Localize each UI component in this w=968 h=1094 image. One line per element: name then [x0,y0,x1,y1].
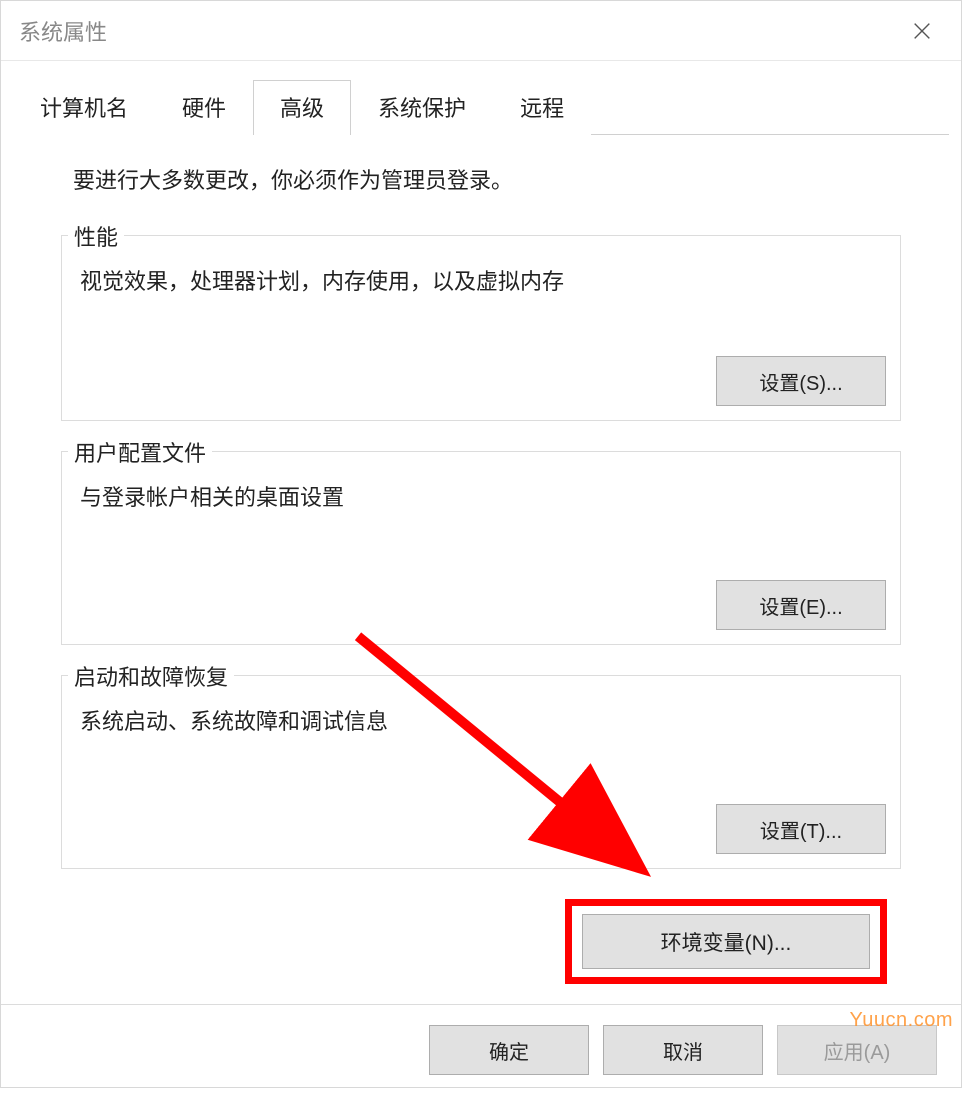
tabs-container: 计算机名 硬件 高级 系统保护 远程 要进行大多数更改，你必须作为管理员登录。 … [1,61,961,984]
close-icon [911,20,933,42]
tab-advanced[interactable]: 高级 [253,80,351,135]
user-profile-button-row: 设置(E)... [72,580,890,630]
user-profile-legend: 用户配置文件 [68,436,212,468]
startup-recovery-legend: 启动和故障恢复 [68,660,234,692]
titlebar: 系统属性 [1,1,961,61]
cancel-button[interactable]: 取消 [603,1025,763,1075]
user-profile-settings-button[interactable]: 设置(E)... [716,580,886,630]
tab-remote[interactable]: 远程 [493,80,591,135]
dialog-footer: 确定 取消 应用(A) [1,1004,961,1075]
user-profile-group: 用户配置文件 与登录帐户相关的桌面设置 设置(E)... [61,451,901,645]
system-properties-dialog: 系统属性 计算机名 硬件 高级 系统保护 远程 要进行大多数更改，你必须作为管理… [0,0,962,1088]
watermark: Yuucn.com [850,1009,953,1032]
dialog-title: 系统属性 [19,15,107,47]
env-variables-row: 环境变量(N)... [61,899,901,984]
env-variables-highlight: 环境变量(N)... [565,899,887,984]
performance-desc: 视觉效果，处理器计划，内存使用，以及虚拟内存 [72,260,890,296]
apply-button: 应用(A) [777,1025,937,1075]
startup-recovery-settings-button[interactable]: 设置(T)... [716,804,886,854]
startup-recovery-group: 启动和故障恢复 系统启动、系统故障和调试信息 设置(T)... [61,675,901,869]
performance-legend: 性能 [68,220,124,252]
startup-recovery-button-row: 设置(T)... [72,804,890,854]
tab-hardware[interactable]: 硬件 [155,80,253,135]
tab-computer-name[interactable]: 计算机名 [13,80,155,135]
environment-variables-button[interactable]: 环境变量(N)... [582,914,870,969]
performance-button-row: 设置(S)... [72,356,890,406]
ok-button[interactable]: 确定 [429,1025,589,1075]
tab-content: 要进行大多数更改，你必须作为管理员登录。 性能 视觉效果，处理器计划，内存使用，… [13,135,949,984]
admin-note: 要进行大多数更改，你必须作为管理员登录。 [61,163,901,195]
user-profile-desc: 与登录帐户相关的桌面设置 [72,476,890,512]
startup-recovery-desc: 系统启动、系统故障和调试信息 [72,700,890,736]
tabs: 计算机名 硬件 高级 系统保护 远程 [13,79,949,135]
performance-settings-button[interactable]: 设置(S)... [716,356,886,406]
close-button[interactable] [901,10,943,52]
tab-system-protection[interactable]: 系统保护 [351,80,493,135]
performance-group: 性能 视觉效果，处理器计划，内存使用，以及虚拟内存 设置(S)... [61,235,901,421]
